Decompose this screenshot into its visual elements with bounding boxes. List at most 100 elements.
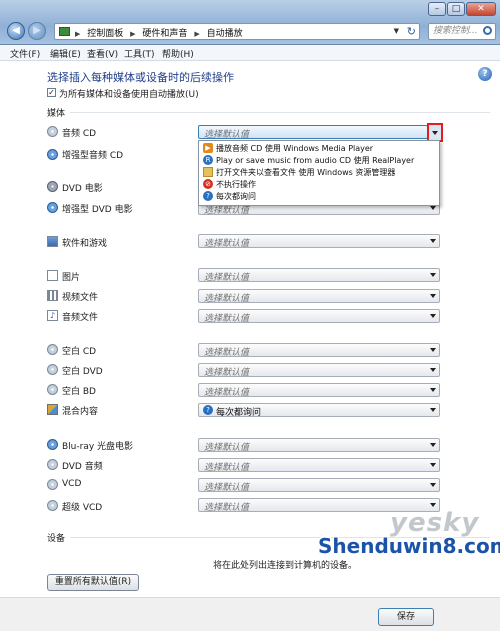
crumb-hardware-sound[interactable]: 硬件和声音	[142, 29, 187, 39]
select-value: 选择默认值	[204, 314, 250, 324]
crumb-separator-icon: ▶	[75, 30, 81, 38]
menu-edit[interactable]: 编辑(E)	[50, 47, 81, 60]
menu-file[interactable]: 文件(F)	[10, 47, 40, 60]
list-item[interactable]: ? 每次都询问	[199, 190, 439, 202]
select-value: 选择默认值	[204, 388, 250, 398]
row-label: 混合内容	[62, 407, 99, 417]
bluray-icon	[47, 439, 58, 450]
crumb-separator-icon: ▶	[194, 30, 200, 38]
chevron-down-icon	[430, 463, 436, 467]
maximize-button[interactable]: □	[447, 2, 465, 16]
svcd-icon	[47, 500, 58, 511]
row-label: DVD 电影	[62, 184, 103, 194]
crumb-separator-icon: ▶	[130, 30, 136, 38]
select-value: 选择默认值	[204, 483, 250, 493]
chevron-down-icon	[430, 443, 436, 447]
divider	[70, 112, 490, 113]
mixed-content-icon	[47, 404, 58, 415]
list-item[interactable]: ⊘ 不执行操作	[199, 178, 439, 190]
question-icon: ?	[203, 405, 213, 415]
chevron-down-icon	[430, 348, 436, 352]
search-input[interactable]: 搜索控制...	[428, 23, 496, 40]
select-value: 每次都询问	[216, 408, 262, 418]
row-label: Blu-ray 光盘电影	[62, 442, 134, 452]
software-icon	[47, 236, 58, 247]
row-label: 空白 CD	[62, 347, 97, 357]
blank-bd-icon	[47, 384, 58, 395]
row-label: DVD 音频	[62, 462, 103, 472]
back-button[interactable]: ◀	[7, 22, 25, 40]
row-label: VCD	[62, 479, 82, 489]
watermark-site: Shenduwin8.com	[318, 534, 500, 558]
address-dropdown-icon[interactable]: ▼	[394, 27, 399, 35]
chevron-down-icon	[430, 368, 436, 372]
reset-defaults-button[interactable]: 重置所有默认值(R)	[47, 574, 139, 591]
blank-cd-select[interactable]: 选择默认值	[198, 343, 440, 358]
no-action-icon: ⊘	[203, 179, 213, 189]
option-label: 播放音频 CD 使用 Windows Media Player	[216, 144, 374, 153]
picture-select[interactable]: 选择默认值	[198, 268, 440, 283]
select-value: 选择默认值	[204, 463, 250, 473]
row-label: 软件和游戏	[62, 239, 108, 249]
chevron-down-icon	[430, 483, 436, 487]
dvd-audio-select[interactable]: 选择默认值	[198, 458, 440, 473]
select-value: 选择默认值	[204, 348, 250, 358]
refresh-icon[interactable]: ↻	[407, 25, 416, 38]
autoplay-checkbox-label[interactable]: 为所有媒体和设备使用自动播放(U)	[59, 87, 199, 100]
blank-cd-icon	[47, 344, 58, 355]
help-icon[interactable]: ?	[478, 67, 492, 81]
minimize-button[interactable]: –	[428, 2, 446, 16]
software-select[interactable]: 选择默认值	[198, 234, 440, 249]
list-item[interactable]: R Play or save music from audio CD 使用 Re…	[199, 154, 439, 166]
audio-cd-select[interactable]: 选择默认值	[198, 125, 428, 140]
footer-bar: 保存	[0, 597, 500, 631]
menu-view[interactable]: 查看(V)	[87, 47, 118, 60]
select-value: 选择默认值	[204, 294, 250, 304]
select-value: 选择默认值	[204, 443, 250, 453]
media-section-title: 媒体	[47, 109, 66, 119]
blank-dvd-select[interactable]: 选择默认值	[198, 363, 440, 378]
row-label: 视频文件	[62, 293, 99, 303]
blank-bd-select[interactable]: 选择默认值	[198, 383, 440, 398]
audio-file-select[interactable]: 选择默认值	[198, 309, 440, 324]
row-label: 空白 BD	[62, 387, 96, 397]
dvd-icon	[47, 181, 58, 192]
crumb-autoplay[interactable]: 自动播放	[207, 29, 243, 39]
menu-help[interactable]: 帮助(H)	[162, 47, 194, 60]
select-value: 选择默认值	[204, 239, 250, 249]
control-panel-icon	[59, 27, 70, 36]
save-button[interactable]: 保存	[378, 608, 434, 626]
vcd-icon	[47, 479, 58, 490]
list-item[interactable]: ▶ 播放音频 CD 使用 Windows Media Player	[199, 142, 439, 154]
crumb-control-panel[interactable]: 控制面板	[87, 29, 123, 39]
row-label: 图片	[62, 273, 81, 283]
folder-icon	[203, 167, 213, 177]
chevron-down-icon	[430, 408, 436, 412]
autoplay-checkbox[interactable]: ✓	[47, 88, 56, 97]
menu-tools[interactable]: 工具(T)	[124, 47, 155, 60]
page-title: 选择插入每种媒体或设备时的后续操作	[47, 71, 234, 84]
search-placeholder: 搜索控制...	[433, 26, 478, 36]
realplayer-icon: R	[203, 155, 213, 165]
title-bar: – □ ✕ ◀ ▶ ▶ 控制面板 ▶ 硬件和声音 ▶ 自动播放 ▼ ↻ 搜索控制…	[0, 0, 500, 45]
row-label: 超级 VCD	[62, 503, 103, 513]
audio-file-icon: ♪	[47, 310, 58, 321]
devices-section-title: 设备	[47, 534, 66, 544]
chevron-down-icon	[430, 239, 436, 243]
vcd-select[interactable]: 选择默认值	[198, 478, 440, 493]
enhanced-dvd-icon	[47, 202, 58, 213]
forward-button[interactable]: ▶	[28, 22, 46, 40]
close-button[interactable]: ✕	[466, 2, 496, 16]
video-file-select[interactable]: 选择默认值	[198, 289, 440, 304]
bluray-select[interactable]: 选择默认值	[198, 438, 440, 453]
list-item[interactable]: 打开文件夹以查看文件 使用 Windows 资源管理器	[199, 166, 439, 178]
option-label: Play or save music from audio CD 使用 Real…	[216, 156, 415, 165]
row-label: 音频文件	[62, 313, 99, 323]
chevron-down-icon	[430, 314, 436, 318]
row-label: 空白 DVD	[62, 367, 103, 377]
search-icon[interactable]	[483, 26, 492, 35]
video-file-icon	[47, 290, 58, 301]
address-bar[interactable]: ▶ 控制面板 ▶ 硬件和声音 ▶ 自动播放 ▼ ↻	[54, 23, 420, 40]
mixed-content-select[interactable]: ? 每次都询问	[198, 403, 440, 418]
select-value: 选择默认值	[204, 130, 250, 140]
